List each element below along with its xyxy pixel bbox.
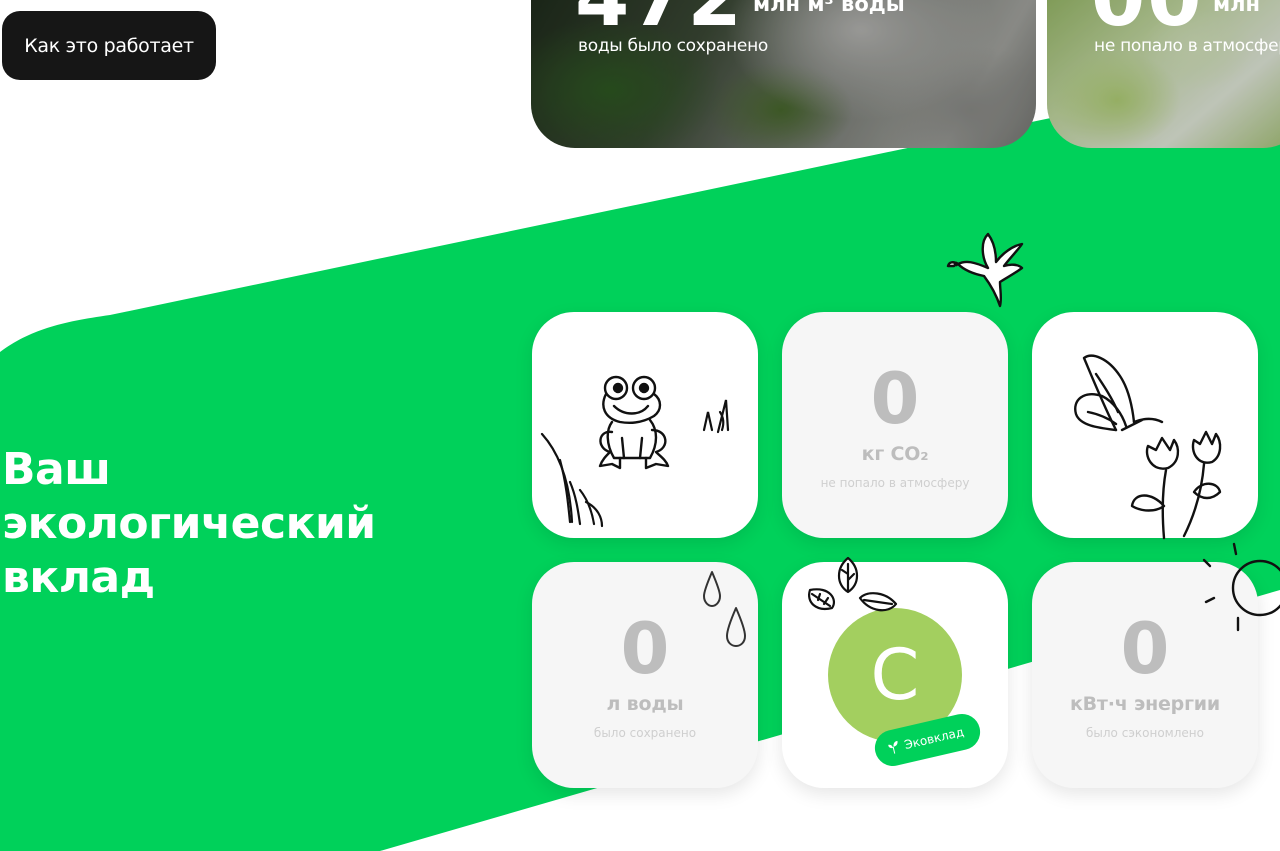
butterfly-icon <box>1074 354 1222 540</box>
energy-counter-caption: было сэкономлено <box>1086 726 1204 740</box>
frog-icon <box>540 375 730 528</box>
dove-icon <box>946 232 1024 308</box>
eco-badge-label: Эковклад <box>903 724 966 753</box>
water-saved-number: 472 <box>575 0 744 38</box>
sun-icon <box>1202 542 1280 632</box>
section-title: Ваш экологический вклад <box>2 443 376 605</box>
water-saved-unit: млн м³ воды <box>753 0 905 16</box>
profile-tile: C Эковклад <box>782 556 1008 788</box>
co2-counter-caption: не попало в атмосферу <box>820 476 970 490</box>
co2-stat-number: 00 <box>1091 0 1204 38</box>
co2-counter-tile: 0 кг CO₂ не попало в атмосферу <box>782 312 1008 538</box>
co2-stat-caption: не попало в атмосферу <box>1094 36 1280 56</box>
butterfly-tile <box>1032 312 1258 540</box>
co2-stat-unit: млн <box>1213 0 1261 16</box>
water-saved-caption: воды было сохранено <box>578 36 768 56</box>
water-counter-unit: л воды <box>606 693 684 715</box>
section-title-line: экологический <box>2 498 376 549</box>
co2-stat-card: 00 млн не попало в атмосферу <box>1047 0 1280 148</box>
co2-counter-unit: кг CO₂ <box>861 443 929 465</box>
sprout-icon <box>888 740 898 754</box>
water-counter-caption: было сохранено <box>593 726 697 740</box>
energy-counter-unit: кВт·ч энергии <box>1069 693 1221 715</box>
section-title-line: вклад <box>2 552 155 603</box>
leaves-icon <box>808 556 898 612</box>
co2-counter-value: 0 <box>870 358 920 440</box>
how-it-works-button[interactable]: Как это работает <box>2 11 216 80</box>
section-title-line: Ваш <box>2 444 111 495</box>
water-saved-stat-card: 472 млн м³ воды воды было сохранено <box>531 0 1036 148</box>
grass-icon <box>540 399 730 528</box>
water-counter-tile: 0 л воды было сохранено <box>532 562 758 788</box>
water-drops-icon <box>703 571 746 647</box>
frog-tile <box>532 312 758 538</box>
